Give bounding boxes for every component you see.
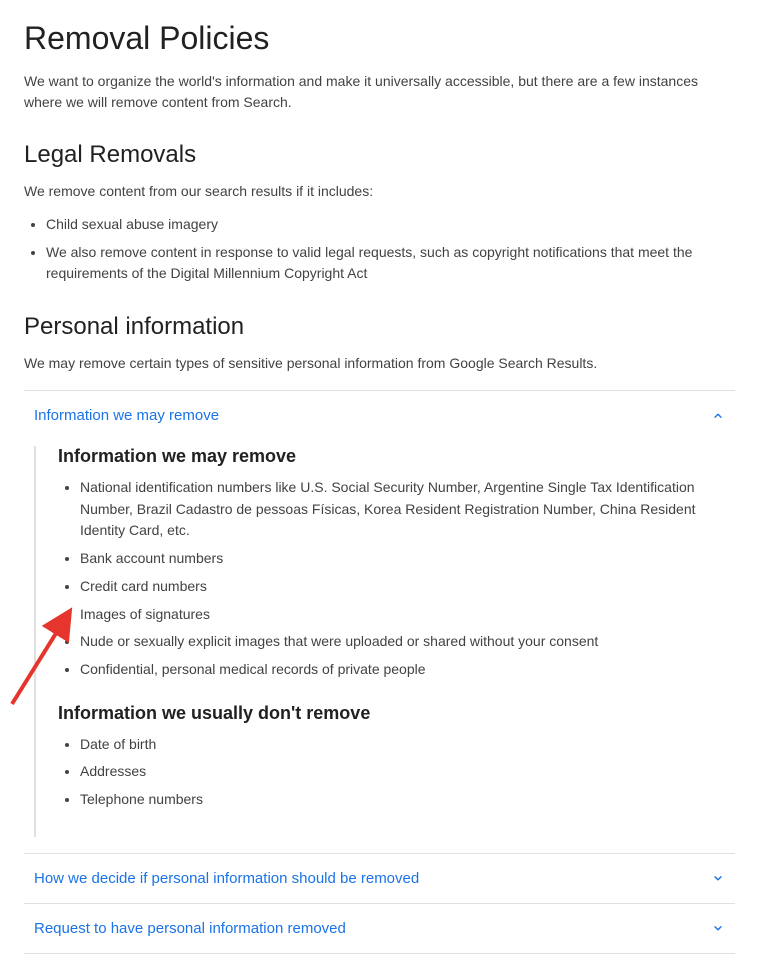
list-item: Nude or sexually explicit images that we… <box>80 631 725 653</box>
may-remove-heading: Information we may remove <box>58 446 725 467</box>
accordion-header-request[interactable]: Request to have personal information rem… <box>24 904 735 953</box>
not-remove-list: Date of birth Addresses Telephone number… <box>58 734 725 811</box>
list-item: We also remove content in response to va… <box>46 242 735 285</box>
accordion-body: Information we may remove National ident… <box>34 446 735 837</box>
chevron-up-icon <box>711 409 725 423</box>
legal-removals-heading: Legal Removals <box>24 141 735 169</box>
list-item: Bank account numbers <box>80 548 725 570</box>
chevron-down-icon <box>711 871 725 885</box>
not-remove-heading: Information we usually don't remove <box>58 703 725 724</box>
accordion-title: Information we may remove <box>34 407 219 424</box>
may-remove-list: National identification numbers like U.S… <box>58 477 725 681</box>
list-item: Date of birth <box>80 734 725 756</box>
accordion-header-may-remove[interactable]: Information we may remove <box>24 391 735 440</box>
list-item: Confidential, personal medical records o… <box>80 659 725 681</box>
list-item: Telephone numbers <box>80 789 725 811</box>
page-intro: We want to organize the world's informat… <box>24 71 735 113</box>
accordion-title: Request to have personal information rem… <box>34 920 346 937</box>
accordion-title: How we decide if personal information sh… <box>34 870 419 887</box>
legal-removals-text: We remove content from our search result… <box>24 181 735 202</box>
accordion-item-expanded: Information we may remove Information we… <box>24 391 735 854</box>
list-item: Addresses <box>80 761 725 783</box>
legal-removals-list: Child sexual abuse imagery We also remov… <box>24 214 735 285</box>
list-item: Child sexual abuse imagery <box>46 214 735 236</box>
accordion: Information we may remove Information we… <box>24 390 735 954</box>
personal-info-text: We may remove certain types of sensitive… <box>24 353 735 374</box>
list-item: Credit card numbers <box>80 576 725 598</box>
list-item: National identification numbers like U.S… <box>80 477 725 542</box>
accordion-item-request: Request to have personal information rem… <box>24 904 735 954</box>
list-item: Images of signatures <box>80 604 725 626</box>
accordion-header-how-decide[interactable]: How we decide if personal information sh… <box>24 854 735 903</box>
accordion-item-how-decide: How we decide if personal information sh… <box>24 854 735 904</box>
page-title: Removal Policies <box>24 20 735 57</box>
chevron-down-icon <box>711 921 725 935</box>
personal-info-heading: Personal information <box>24 313 735 341</box>
